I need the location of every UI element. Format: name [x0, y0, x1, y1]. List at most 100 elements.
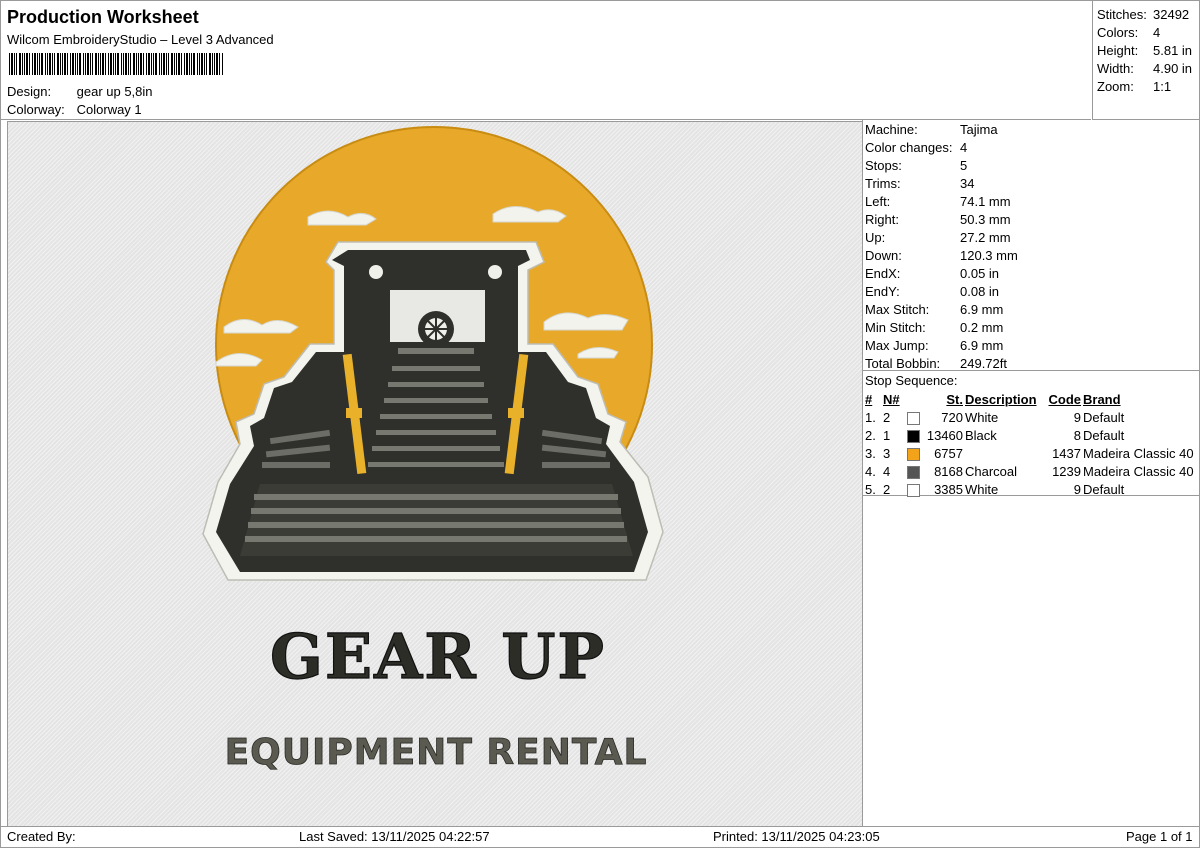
worksheet-footer: Created By: Last Saved: 13/11/2025 04:22…: [1, 826, 1199, 848]
barcode-bar: [214, 53, 215, 75]
stat-stitches: Stitches: 32492: [1097, 7, 1190, 22]
barcode-bar: [191, 53, 192, 75]
colorway-row: Colorway: Colorway 1: [7, 102, 142, 117]
machine-info-value: 34: [960, 176, 975, 191]
machine-info-label: Down:: [865, 248, 902, 263]
machine-info-label: Trims:: [865, 176, 901, 191]
machine-info-label: Total Bobbin:: [865, 356, 941, 371]
swatch-cell: [906, 426, 924, 444]
barcode-bar: [79, 53, 81, 75]
barcode-bar: [102, 53, 104, 75]
barcode-bar: [34, 53, 36, 75]
barcode-bar: [29, 53, 30, 75]
barcode-bar: [110, 53, 112, 75]
row-index: 1.: [865, 409, 876, 425]
machine-info-label: Color changes:: [865, 140, 953, 155]
row-brand: Madeira Classic 40: [1083, 463, 1194, 479]
row-code: 1239: [1052, 463, 1081, 479]
barcode-bar: [130, 53, 131, 75]
barcode-bar: [70, 53, 71, 75]
barcode-bar: [161, 53, 162, 75]
machine-info-value: 6.9 mm: [960, 338, 1004, 353]
machine-info-row: Machine: Tajima: [865, 122, 998, 137]
barcode-bar: [140, 53, 142, 75]
row-description: White: [965, 481, 999, 497]
machine-info-label: Stops:: [865, 158, 902, 173]
row-index: 2.: [865, 427, 876, 443]
colorway-value: Colorway 1: [76, 102, 142, 117]
color-swatch: [907, 483, 920, 497]
machine-info-row: Left: 74.1 mm: [865, 194, 1011, 209]
barcode-bar: [201, 53, 203, 75]
front-bucket: [240, 484, 633, 556]
software-name: Wilcom EmbroideryStudio – Level 3 Advanc…: [7, 32, 274, 47]
machine-info-row: Trims: 34: [865, 176, 974, 191]
swatch-cell: [906, 408, 924, 426]
color-swatch: [907, 429, 920, 443]
swatch-cell: [906, 444, 924, 462]
barcode-bar: [11, 53, 13, 75]
machine-info-row: Max Jump: 6.9 mm: [865, 338, 1003, 353]
barcode-bar: [60, 53, 61, 75]
machine-info-row: Color changes: 4: [865, 140, 967, 155]
embroidery-artwork: GEAR UP EQUIPMENT RENTAL: [202, 126, 664, 773]
design-text-line2: EQUIPMENT RENTAL: [225, 732, 648, 773]
barcode-bar: [22, 53, 23, 75]
barcode-bar: [32, 53, 33, 75]
machine-info-label: Min Stitch:: [865, 320, 926, 335]
row-code: 9: [1073, 481, 1081, 497]
barcode-bar: [85, 53, 86, 75]
barcode-bar: [199, 53, 200, 75]
barcode-bar: [204, 53, 205, 75]
barcode-bar: [92, 53, 93, 75]
barcode-bar: [39, 53, 40, 75]
barcode-bar: [90, 53, 91, 75]
machine-info-value: 50.3 mm: [960, 212, 1011, 227]
barcode-bar: [153, 53, 154, 75]
machine-info-label: EndX:: [865, 266, 901, 281]
barcode-bar: [57, 53, 59, 75]
barcode-bar: [176, 53, 177, 75]
barcode-bar: [155, 53, 157, 75]
row-description: Black: [965, 427, 997, 443]
machine-info-value: 249.72ft: [960, 356, 1007, 371]
barcode-bar: [151, 53, 152, 75]
printed-date: Printed: 13/11/2025 04:23:05: [713, 829, 880, 844]
stat-colors: Colors: 4: [1097, 25, 1161, 40]
row-description: White: [965, 409, 999, 425]
page-number: Page 1 of 1: [1126, 829, 1193, 844]
barcode-bar: [45, 53, 46, 75]
row-code: 1437: [1052, 445, 1081, 461]
worksheet-header: Production Worksheet Wilcom EmbroiderySt…: [1, 1, 1091, 120]
col-brand: Brand: [1083, 391, 1121, 407]
machine-info-label: Machine:: [865, 122, 918, 137]
barcode-bar: [95, 53, 97, 75]
barcode-bar: [105, 53, 106, 75]
swatch-cell: [906, 480, 924, 498]
barcode-bar: [222, 53, 223, 75]
stop-sequence: Stop Sequence: # N# St. Description Code…: [863, 371, 1199, 498]
design-text-line1: GEAR UP: [270, 620, 606, 693]
barcode-bar: [171, 53, 173, 75]
barcode-bar: [178, 53, 180, 75]
barcode-bar: [146, 53, 147, 75]
machine-info-row: Max Stitch: 6.9 mm: [865, 302, 1003, 317]
machine-info-label: Left:: [865, 194, 891, 209]
stat-height: Height: 5.81 in: [1097, 43, 1193, 58]
col-description: Description: [965, 391, 1037, 407]
barcode-bar: [138, 53, 139, 75]
col-code: Code: [1048, 391, 1082, 407]
machine-info-value: 27.2 mm: [960, 230, 1011, 245]
machine-info-row: Total Bobbin: 249.72ft: [865, 356, 1007, 371]
row-index: 5.: [865, 481, 876, 497]
col-swatch: [906, 390, 924, 408]
colorway-label: Colorway:: [7, 102, 65, 117]
barcode-bar: [148, 53, 150, 75]
barcode-bar: [47, 53, 48, 75]
row-description: [964, 444, 1044, 462]
barcode-bar: [121, 53, 122, 75]
design-row: Design: gear up 5,8in: [7, 84, 153, 99]
barcode-bar: [133, 53, 135, 75]
table-row: 1. 2 720 White 9 Default: [864, 408, 1195, 426]
barcode-bar: [181, 53, 182, 75]
